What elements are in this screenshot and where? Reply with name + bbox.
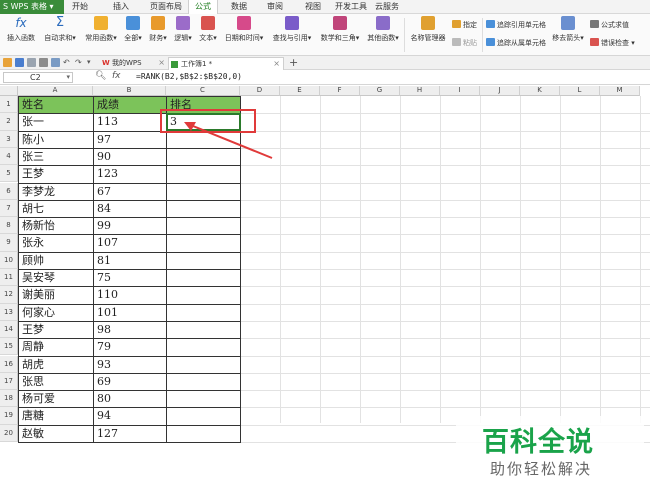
name-manager-icon [421, 16, 435, 30]
spreadsheet-grid[interactable]: ABCDEFGHIJKLM 1 2 3 4 5 6 7 8 9 10 11 12 13 14 15 16 17 1… [0, 86, 650, 488]
ribbon-divider [482, 18, 483, 52]
table-cell[interactable]: 赵敏 [19, 426, 93, 442]
table-cell[interactable]: 127 [94, 426, 166, 442]
lookup-button[interactable]: 查找与引用▾ [270, 16, 314, 43]
autosum-button[interactable]: Σ 自动求和▾ [42, 16, 78, 43]
tab-my-wps[interactable]: W 我的WPS × [100, 57, 168, 70]
table-cell[interactable] [167, 426, 240, 442]
trace-dependents-button[interactable]: 追踪从属单元格 [486, 38, 546, 48]
text-functions-button[interactable]: 文本▾ [197, 16, 219, 43]
more-functions-icon [376, 16, 390, 30]
undo-icon[interactable]: ↶ [63, 58, 72, 67]
math-icon [333, 16, 347, 30]
error-check-button[interactable]: 错误检查 ▾ [590, 38, 635, 48]
trace-arrow-icon [486, 38, 495, 46]
close-tab-icon[interactable]: × [273, 58, 280, 70]
remove-arrows-button[interactable]: 移去箭头▾ [551, 16, 585, 43]
app-menu-button[interactable]: S WPS 表格 ▾ [0, 0, 64, 14]
annotation-arrow [184, 122, 273, 159]
chevron-down-icon: ▾ [66, 73, 70, 81]
insert-function-button[interactable]: fx 插入函数 [4, 16, 38, 43]
paste-icon [452, 38, 461, 46]
redo-icon[interactable]: ↷ [75, 58, 84, 67]
ribbon-divider [404, 18, 405, 52]
other-functions-button[interactable]: 其他函数▾ [364, 16, 402, 43]
print-icon[interactable] [39, 58, 48, 67]
fx-icon: fx [15, 16, 27, 30]
ribbon: fx 插入函数 Σ 自动求和▾ 常用函数▾ 全部▾ 财务▾ 逻辑▾ 文本▾ 日期… [0, 14, 650, 56]
save-icon[interactable] [15, 58, 24, 67]
new-tab-plus-icon[interactable]: + [289, 56, 298, 69]
tab-workbook1[interactable]: 工作簿1 * × [168, 57, 284, 70]
define-name-button[interactable]: 指定 [452, 20, 477, 30]
menu-tab[interactable]: 开始 [66, 0, 94, 14]
menu-tab[interactable]: 视图 [300, 0, 326, 14]
menu-tab[interactable]: 数据 [226, 0, 252, 14]
name-box[interactable]: C2 ▾ [3, 72, 73, 83]
row-header[interactable]: 20 [0, 424, 18, 442]
formula-input[interactable]: =RANK(B2,$B$2:$B$20,0) [136, 72, 636, 83]
menu-tab[interactable]: 云服务 [372, 0, 402, 14]
spreadsheet-icon [171, 61, 178, 68]
wps-logo-icon: S [3, 2, 11, 11]
paste-name-button[interactable]: 粘贴 [452, 38, 477, 48]
all-functions-button[interactable]: 全部▾ [122, 16, 144, 43]
math-button[interactable]: 数学和三角▾ [318, 16, 362, 43]
menu-tab[interactable]: 公式 [188, 0, 218, 14]
sigma-icon: Σ [55, 15, 65, 30]
tag-icon [452, 20, 461, 28]
name-manager-button[interactable]: 名称管理器 [408, 16, 448, 43]
logical-button[interactable]: 逻辑▾ [172, 16, 194, 43]
menu-tab[interactable]: 开发工具 [332, 0, 370, 14]
table-border [18, 442, 241, 443]
zoom-search-icon[interactable]: 🔍︎ [95, 71, 106, 81]
trace-arrow-icon [486, 20, 495, 28]
watermark: 百科全说 助你轻松解决 [456, 416, 644, 488]
print-preview-icon[interactable] [51, 58, 60, 67]
common-functions-button[interactable]: 常用函数▾ [82, 16, 120, 43]
magnifier-icon [285, 16, 299, 30]
star-function-icon [94, 16, 108, 30]
table-border [18, 424, 241, 426]
calendar-icon [237, 16, 251, 30]
text-icon [201, 16, 215, 30]
error-check-icon [590, 38, 599, 46]
export-pdf-icon[interactable] [27, 58, 36, 67]
financial-button[interactable]: 财务▾ [147, 16, 169, 43]
open-folder-icon[interactable] [3, 58, 12, 67]
trace-precedents-button[interactable]: 追踪引用单元格 [486, 20, 546, 30]
menu-tab[interactable]: 审阅 [262, 0, 288, 14]
logic-icon [176, 16, 190, 30]
fx-icon[interactable]: fx [112, 71, 121, 81]
menu-tab[interactable]: 插入 [107, 0, 135, 14]
wps-w-icon: W [102, 59, 110, 67]
formula-eval-button[interactable]: 公式求值 [590, 20, 629, 30]
dropdown-arrow-icon: ▾ [46, 2, 54, 11]
datetime-button[interactable]: 日期和时间▾ [222, 16, 266, 43]
menu-bar: S WPS 表格 ▾ 开始 插入 页面布局 公式 数据 审阅 视图 开发工具 云服务 [0, 0, 650, 14]
customize-qa-icon[interactable]: ▾ [87, 58, 96, 67]
document-tab-bar: ↶ ↷ ▾ W 我的WPS × 工作簿1 * × + [0, 56, 650, 70]
close-tab-icon[interactable]: × [158, 57, 165, 69]
book-icon [126, 16, 140, 30]
formula-bar: C2 ▾ 🔍︎ fx =RANK(B2,$B$2:$B$20,0) [0, 70, 650, 85]
evaluate-icon [590, 20, 599, 28]
remove-arrows-icon [561, 16, 575, 30]
coin-icon [151, 16, 165, 30]
menu-tab[interactable]: 页面布局 [146, 0, 186, 14]
